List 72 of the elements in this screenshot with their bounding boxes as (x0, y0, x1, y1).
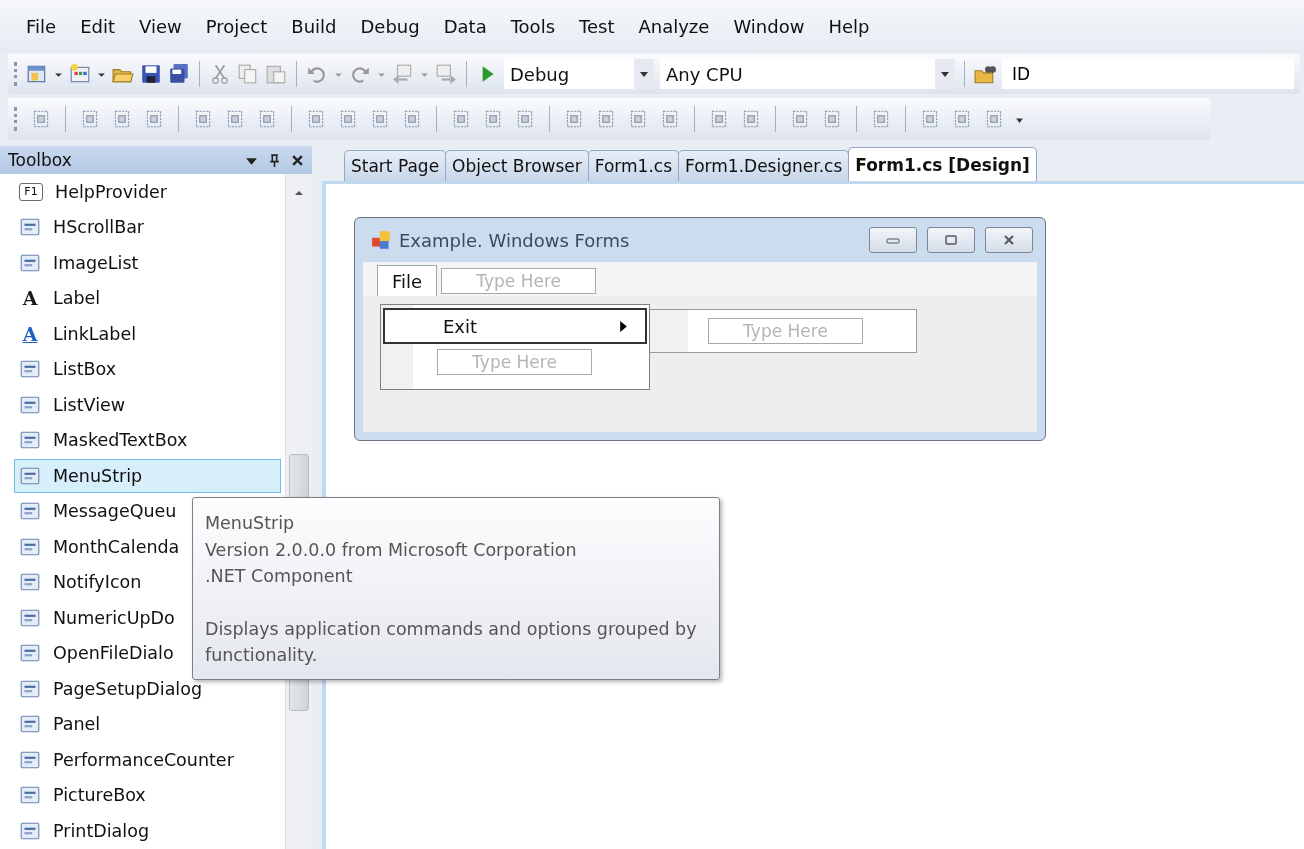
menu-item[interactable]: Edit (68, 11, 127, 41)
icon-letter: A (21, 287, 39, 310)
toolbox-item[interactable]: PrintDialog (14, 814, 281, 848)
menu-item[interactable]: Debug (348, 11, 432, 41)
document-tab[interactable]: Form1.Designer.cs (678, 150, 850, 181)
cut-icon[interactable] (209, 63, 231, 85)
close-icon (1001, 235, 1017, 245)
paste-icon[interactable] (265, 63, 287, 85)
form-title: Example. Windows Forms (399, 229, 630, 251)
toolbox-item[interactable]: A LinkLabel (14, 317, 281, 351)
document-tab[interactable]: Object Browser (445, 150, 589, 181)
menu-item[interactable]: Project (193, 11, 280, 41)
platform-dropdown[interactable]: Any CPU (660, 59, 955, 89)
dropdown-arrow-icon (640, 70, 648, 78)
type-here-field[interactable]: Type Here (437, 349, 592, 375)
form-window[interactable]: Example. Windows Forms File Type Here Exit Type Here Type Here (354, 217, 1046, 441)
menu-item[interactable]: Help (816, 11, 882, 41)
save-all-icon[interactable] (168, 63, 190, 85)
menu-item[interactable]: Tools (498, 11, 567, 41)
icon-letter: A (21, 322, 39, 345)
pin-icon[interactable] (268, 153, 281, 167)
navigate-back-icon[interactable] (392, 63, 414, 85)
menu-item[interactable]: File (14, 11, 69, 41)
scroll-up-arrow-icon[interactable] (294, 188, 304, 198)
toolbox-item[interactable]: ListView (14, 388, 281, 422)
type-here-field[interactable]: Type Here (441, 268, 597, 294)
menu-item[interactable]: Build (279, 11, 349, 41)
toolbox-item[interactable]: PictureBox (14, 778, 281, 812)
tooltip-component-type: .NET Component (205, 565, 354, 588)
new-project-icon[interactable] (26, 63, 48, 85)
menu-item[interactable]: View (127, 11, 194, 41)
dropdown-menu-item[interactable]: Exit (383, 308, 647, 344)
toolbox-item[interactable]: PageSetupDialog (14, 672, 281, 706)
toolbox-title: Toolbox (8, 150, 73, 170)
configuration-dropdown[interactable]: Debug (504, 59, 654, 89)
tooltip-version: Version 2.0.0.0 from Microsoft Corporation (205, 538, 578, 562)
save-icon[interactable] (140, 63, 162, 85)
toolbox-item[interactable]: ImageList (14, 246, 281, 280)
toolbox-item[interactable]: A Label (14, 281, 281, 315)
menu-item[interactable]: Data (431, 11, 499, 41)
document-tab[interactable]: Start Page (344, 150, 447, 181)
toolbox-item[interactable]: MaskedTextBox (14, 423, 281, 457)
add-item-icon[interactable] (69, 63, 91, 85)
submenu-arrow-icon (620, 320, 627, 332)
form-menu-item[interactable]: File (377, 265, 438, 296)
tooltip-description: Displays application commands and options grouped by functionality. (205, 617, 698, 667)
menu-item[interactable]: Test (567, 11, 627, 41)
toolbox-item[interactable]: MenuStrip (14, 459, 281, 493)
toolbox-item[interactable]: HScrollBar (14, 210, 281, 244)
minimize-button[interactable] (869, 227, 917, 253)
find-in-files-icon[interactable] (974, 63, 996, 85)
toolbox-item[interactable]: ListBox (14, 352, 281, 386)
dropdown-arrow-icon (941, 70, 949, 78)
find-field[interactable]: ID (1002, 59, 1294, 89)
minimize-icon (885, 235, 901, 245)
copy-icon[interactable] (237, 63, 259, 85)
form-icon (371, 229, 393, 251)
item-badge: F1 (19, 182, 43, 201)
menu-item[interactable]: Window (721, 11, 817, 41)
toolbox-item[interactable]: F1 HelpProvider (14, 175, 281, 209)
document-tab[interactable]: Form1.cs (587, 150, 679, 181)
maximize-button[interactable] (927, 227, 975, 253)
menu-item[interactable]: Analyze (626, 11, 722, 41)
navigate-forward-icon[interactable] (435, 63, 457, 85)
type-here-field[interactable]: Type Here (708, 318, 863, 344)
maximize-icon (943, 235, 959, 245)
document-tab[interactable]: Form1.cs [Design] (848, 147, 1037, 181)
toolbox-item[interactable]: Panel (14, 707, 281, 741)
close-icon[interactable] (291, 153, 304, 167)
tooltip-title: MenuStrip (205, 512, 296, 535)
toolbox-item[interactable]: PerformanceCounter (14, 743, 281, 777)
close-button[interactable] (985, 227, 1033, 253)
